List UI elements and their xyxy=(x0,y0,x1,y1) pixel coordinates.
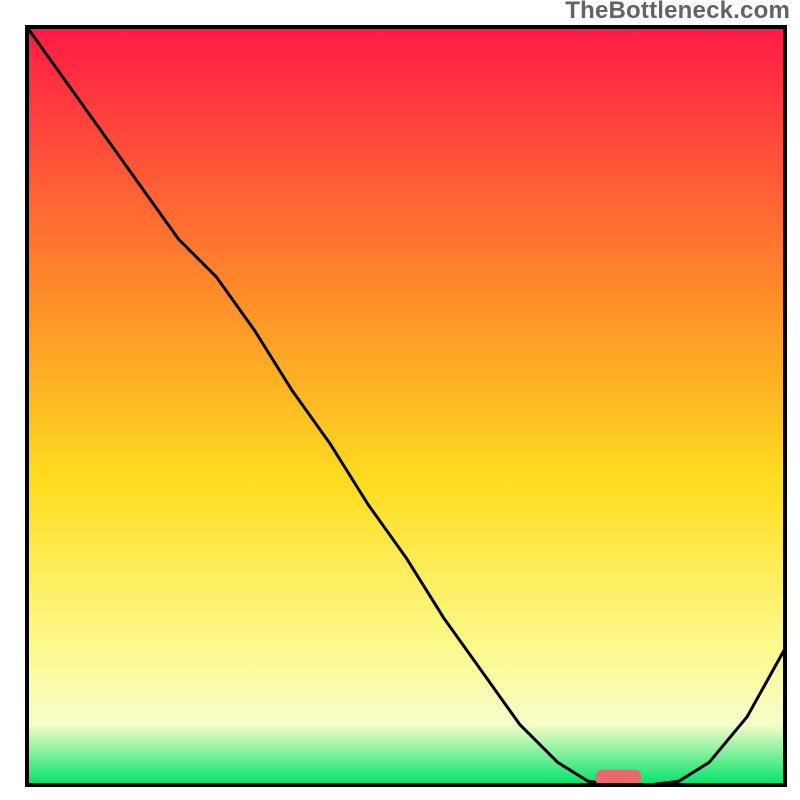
gradient-background xyxy=(27,27,785,785)
watermark-label: TheBottleneck.com xyxy=(565,0,790,25)
optimal-region-marker xyxy=(596,770,642,785)
chart-svg xyxy=(0,0,800,800)
chart-frame: TheBottleneck.com xyxy=(0,0,800,800)
